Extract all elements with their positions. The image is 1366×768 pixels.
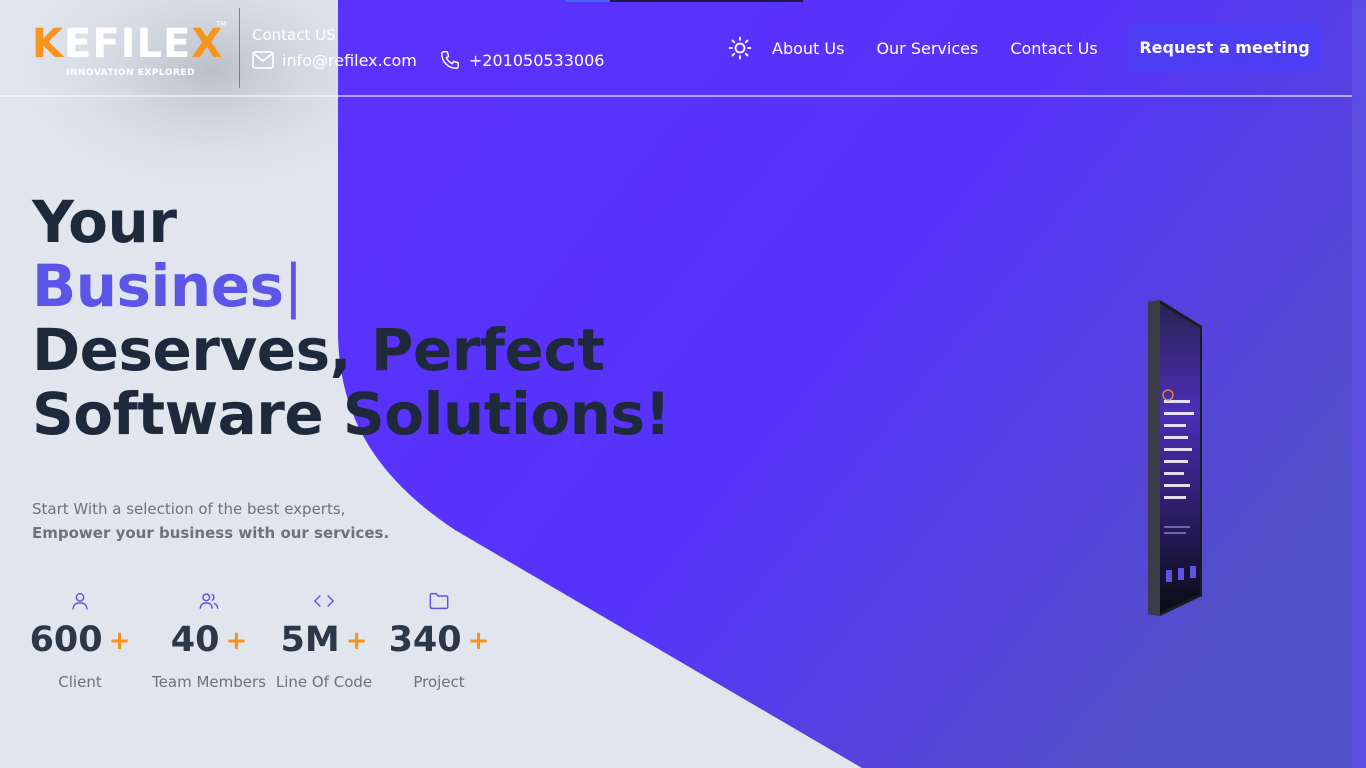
hero-typed-word: Busines	[32, 252, 284, 320]
main-nav: About Us Our Services Contact Us	[728, 36, 1130, 60]
sun-icon[interactable]	[728, 36, 752, 60]
mail-icon	[252, 51, 274, 69]
scrollbar-thumb[interactable]	[1354, 0, 1364, 100]
user-icon	[72, 592, 88, 610]
site-header: KEFILEX TM INNOVATION EXPLORED Contact U…	[0, 0, 1352, 97]
stat-label: Client	[58, 673, 102, 691]
stat-label: Team Members	[152, 673, 266, 691]
scrollbar-track[interactable]	[1352, 0, 1366, 768]
hero-subtitle-line-1: Start With a selection of the best exper…	[32, 500, 346, 518]
stat-lines-of-code: 5M + Line Of Code	[274, 590, 374, 691]
stat-projects: 340 + Project	[374, 590, 504, 691]
logo-tagline: INNOVATION EXPLORED	[66, 68, 196, 78]
header-divider	[239, 8, 240, 88]
logo-wordmark: KEFILEX	[32, 21, 224, 67]
stat-label: Project	[413, 673, 465, 691]
folder-icon	[429, 592, 449, 610]
email-link[interactable]: info@refilex.com	[282, 51, 417, 70]
hero-line-3b: Perfect	[370, 316, 605, 384]
hero-subtitle-line-2: Empower your business with our services.	[32, 524, 390, 542]
hero-heading: Your Busines| Deserves, Perfect Software…	[32, 188, 671, 448]
hero-subtitle: Start With a selection of the best exper…	[32, 497, 389, 545]
brand-logo[interactable]: KEFILEX TM INNOVATION EXPLORED	[32, 20, 228, 82]
request-meeting-button[interactable]: Request a meeting	[1128, 24, 1321, 71]
nav-our-services[interactable]: Our Services	[876, 39, 978, 58]
stat-value: 5M +	[280, 620, 368, 660]
stat-value: 340 +	[388, 620, 490, 660]
hero-line-4: Software Solutions!	[32, 380, 671, 448]
typing-caret: |	[283, 252, 304, 320]
stats-row: 600 + Client 40 + Team Members 5M + Line Of…	[30, 590, 504, 691]
nav-about-us[interactable]: About Us	[772, 39, 844, 58]
phone-mockup-image	[1148, 300, 1202, 616]
hero-heading-block: Your Busines| Deserves, Perfect Software…	[32, 188, 671, 448]
trademark-mark: TM	[216, 20, 227, 28]
contact-details: info@refilex.com +201050533006	[252, 49, 604, 71]
stat-label: Line Of Code	[275, 673, 373, 691]
code-icon	[314, 594, 334, 608]
hero-line-3a: Deserves,	[32, 316, 371, 384]
phone-icon	[440, 51, 459, 69]
stat-value: 40 +	[170, 620, 248, 660]
hero-line-1: Your	[32, 188, 177, 256]
contact-title: Contact US	[252, 26, 336, 44]
nav-contact-us[interactable]: Contact Us	[1010, 39, 1097, 58]
users-icon	[199, 593, 219, 609]
phone-link[interactable]: +201050533006	[469, 51, 605, 70]
